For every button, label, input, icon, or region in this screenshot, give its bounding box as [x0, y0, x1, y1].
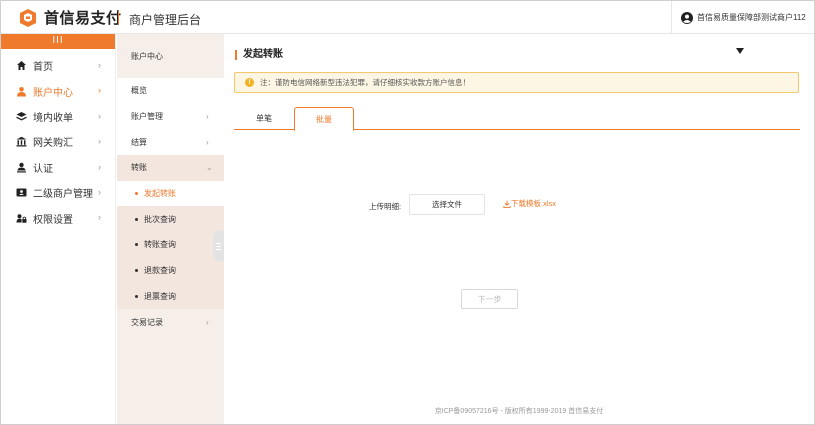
subnav-item-trade-records[interactable]: 交易记录 › — [117, 309, 224, 335]
bullet-icon — [135, 269, 138, 273]
sidebar-item-account-center[interactable]: 账户中心 › — [1, 78, 115, 103]
chevron-right-icon: › — [98, 186, 101, 197]
home-icon — [16, 60, 27, 71]
subnav-item-batch-query[interactable]: 批次查询 — [117, 206, 224, 233]
warning-icon: ! — [245, 78, 254, 87]
brand-logo-icon — [20, 8, 36, 27]
chevron-right-icon: › — [98, 85, 101, 96]
subnav-title: 账户中心 — [131, 51, 163, 61]
next-step-button[interactable]: 下一步 — [461, 289, 518, 309]
subnav-item-label: 退款查询 — [144, 266, 176, 276]
user-name: 首信易质量保障部测试商户112 — [697, 13, 806, 22]
subnav-item-return-query[interactable]: 退票查询 — [117, 283, 224, 310]
tab-bar: 单笔 批量 — [234, 107, 800, 131]
lock-user-icon — [16, 213, 27, 224]
account-circle-icon — [681, 11, 693, 24]
user-icon — [16, 86, 27, 97]
user-menu[interactable]: 首信易质量保障部测试商户112 — [671, 1, 814, 34]
bank-icon — [16, 136, 27, 147]
chevron-right-icon: › — [98, 136, 101, 147]
main-content: 发起转账 ! 注：谨防电信网络新型违法犯罪，请仔细核实收款方账户信息！ 单笔 批… — [224, 34, 814, 424]
subnav-item-initiate-transfer[interactable]: 发起转账 — [117, 180, 224, 207]
subnav-item-settlement[interactable]: 结算 › — [117, 129, 224, 156]
subnav-item-label: 发起转账 — [144, 189, 176, 199]
layers-icon — [16, 111, 27, 122]
subnav-item-transfer[interactable]: 转账 ⌄ — [117, 155, 224, 181]
chevron-right-icon: › — [98, 110, 101, 121]
chevron-right-icon: › — [206, 317, 209, 327]
chevron-right-icon: › — [98, 212, 101, 223]
choose-file-button[interactable]: 选择文件 — [409, 194, 485, 215]
subnav-item-label: 批次查询 — [144, 214, 176, 224]
bullet-icon — [135, 192, 138, 196]
header-title: 商户管理后台 — [129, 13, 202, 27]
subnav-item-account-management[interactable]: 账户管理 › — [117, 103, 224, 130]
top-header: 首信易支付 商户管理后台 首信易质量保障部测试商户112 — [1, 1, 814, 34]
subnav-item-label: 退票查询 — [144, 291, 176, 301]
subnav-item-label: 转账 — [131, 163, 147, 173]
subnav-item-transfer-query[interactable]: 转账查询 — [117, 232, 224, 258]
sidebar-item-label: 二级商户管理 — [33, 189, 93, 201]
tab-single[interactable]: 单笔 — [234, 107, 294, 130]
bullet-icon — [135, 294, 138, 298]
app-window: 首信易支付 商户管理后台 首信易质量保障部测试商户112 III 首页 › 账户… — [0, 0, 815, 425]
warning-notice: ! 注：谨防电信网络新型违法犯罪，请仔细核实收款方账户信息！ — [234, 72, 799, 93]
download-icon — [503, 200, 511, 208]
sidebar-item-label: 境内收单 — [33, 112, 73, 124]
chevron-right-icon: › — [98, 60, 101, 70]
upload-label: 上传明细: — [369, 202, 402, 211]
sidebar-item-permissions[interactable]: 权限设置 › — [1, 205, 115, 230]
bullet-icon — [135, 243, 138, 247]
chevron-right-icon: › — [206, 137, 209, 147]
chevron-down-icon: ⌄ — [206, 163, 213, 173]
sidebar-item-certification[interactable]: 认证 › — [1, 155, 115, 180]
sidebar-item-label: 账户中心 — [33, 87, 73, 99]
footer-copyright: 京ICP备09057216号 - 版权所有1999-2019 首信易支付 — [434, 408, 604, 415]
primary-sidebar: III 首页 › 账户中心 › 境内收单 › 网关购汇 › 认证 › 二级商户管… — [1, 34, 116, 424]
tab-batch[interactable]: 批量 — [294, 107, 354, 131]
subnav-item-label: 结算 — [131, 137, 147, 147]
brand-name: 首信易支付 — [44, 10, 122, 27]
sidebar-item-label: 认证 — [33, 163, 53, 175]
download-template-label: 下载模板.xlsx — [511, 199, 556, 208]
sidebar-item-domestic-acquiring[interactable]: 境内收单 › — [1, 104, 115, 129]
sidebar-item-home[interactable]: 首页 › — [1, 53, 115, 78]
sidebar-item-label: 首页 — [33, 62, 53, 74]
collapse-sidebar-button[interactable]: III — [1, 34, 115, 49]
page-title: 发起转账 — [235, 50, 283, 60]
chevron-right-icon: › — [98, 161, 101, 172]
sidebar-resize-handle[interactable] — [213, 231, 224, 261]
subnav-item-refund-query[interactable]: 退款查询 — [117, 257, 224, 284]
secondary-sidebar: 账户中心 概览 账户管理 › 结算 › 转账 ⌄ 发起转账 批次查询 转账查询 — [117, 34, 224, 424]
subnav-item-overview[interactable]: 概览 — [117, 78, 224, 104]
menu-icon — [216, 242, 221, 250]
person-id-icon — [16, 162, 27, 173]
bullet-icon — [135, 217, 138, 221]
download-template-link[interactable]: 下载模板.xlsx — [503, 198, 556, 209]
sidebar-item-gateway-exchange[interactable]: 网关购汇 › — [1, 129, 115, 154]
sidebar-item-label: 权限设置 — [33, 214, 73, 226]
id-card-icon — [16, 187, 27, 198]
chevron-right-icon: › — [206, 112, 209, 122]
subnav-item-label: 账户管理 — [131, 112, 163, 122]
subnav-item-label: 概览 — [131, 86, 147, 96]
sidebar-item-sub-merchant[interactable]: 二级商户管理 › — [1, 180, 115, 205]
caret-down-icon[interactable] — [736, 48, 744, 54]
notice-text: 注：谨防电信网络新型违法犯罪，请仔细核实收款方账户信息！ — [260, 78, 470, 87]
subnav-item-label: 交易记录 — [131, 317, 163, 327]
header-divider — [118, 11, 119, 25]
subnav-item-label: 转账查询 — [144, 240, 176, 250]
logo[interactable]: 首信易支付 — [18, 7, 122, 28]
sidebar-item-label: 网关购汇 — [33, 138, 73, 150]
